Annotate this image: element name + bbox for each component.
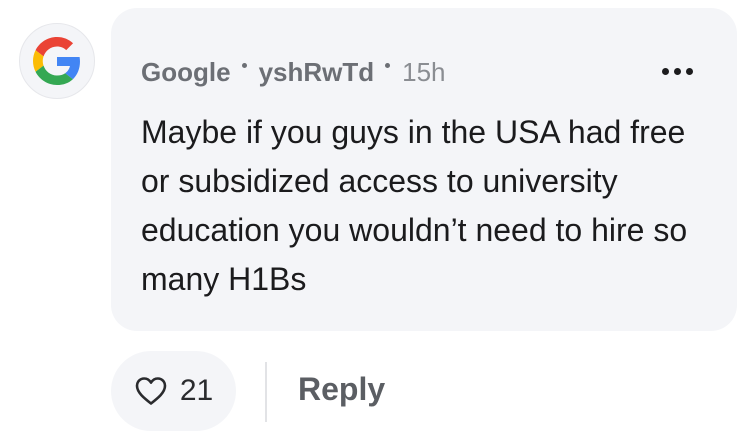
timestamp: 15h [402,56,446,87]
more-dot [686,68,693,75]
heart-outline-icon [135,377,167,405]
separator-dot [385,62,391,68]
comment-text: Maybe if you guys in the USA had free or… [141,114,688,297]
username[interactable]: yshRwTd [259,57,375,88]
separator-dot [241,62,247,68]
author-name[interactable]: Google [141,57,231,88]
comment-meta: Google yshRwTd 15h [141,54,446,90]
more-options-icon[interactable] [662,68,693,75]
more-dot [662,68,669,75]
action-divider [265,362,267,422]
reply-button[interactable]: Reply [298,371,385,408]
like-count: 21 [179,374,214,407]
like-button[interactable]: 21 [111,351,236,431]
google-logo-icon [33,37,80,85]
more-dot [674,68,681,75]
comment-bubble: Google yshRwTd 15h Maybe if you guys in … [111,8,737,331]
comment-card: Google yshRwTd 15h Maybe if you guys in … [0,0,751,439]
avatar[interactable] [19,23,95,99]
